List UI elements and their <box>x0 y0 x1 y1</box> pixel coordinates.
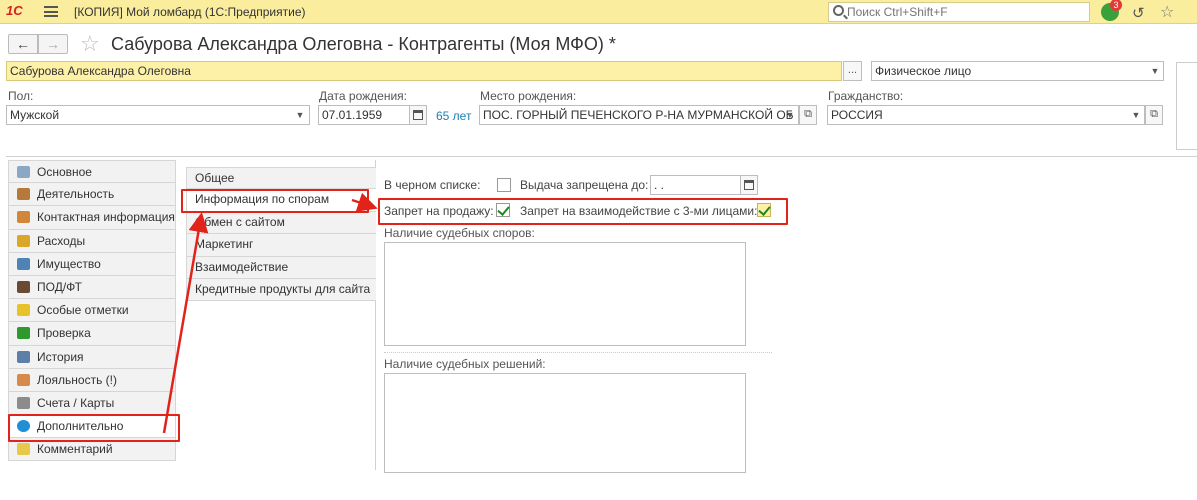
birthdate-calendar-button[interactable] <box>409 105 427 125</box>
forward-button[interactable]: → <box>38 34 68 54</box>
exclamation-icon <box>17 304 30 317</box>
citizenship-value: РОССИЯ <box>831 108 883 122</box>
citizenship-label: Гражданство: <box>828 89 904 103</box>
sub-tab-5[interactable]: Взаимодействие <box>186 256 376 279</box>
sidebar-item-label: Счета / Карты <box>37 395 115 410</box>
sub-tab-6[interactable]: Кредитные продукты для сайта <box>186 278 376 302</box>
court-decisions-label: Наличие судебных решений: <box>384 357 546 371</box>
1c-logo: 1С <box>6 3 23 18</box>
back-button[interactable]: ← <box>8 34 38 54</box>
sidebar-item-9[interactable]: История <box>8 345 176 369</box>
highlight-checkboxes <box>378 198 788 225</box>
clock-icon <box>17 350 30 363</box>
gender-value: Мужской <box>10 108 60 122</box>
sidebar-item-11[interactable]: Счета / Карты <box>8 391 176 416</box>
sidebar-item-4[interactable]: Расходы <box>8 229 176 253</box>
search-icon <box>833 5 844 16</box>
citizenship-field[interactable]: РОССИЯ <box>827 105 1145 125</box>
coins-icon <box>17 234 30 247</box>
issue-ban-calendar-button[interactable] <box>740 175 758 195</box>
chevron-down-icon[interactable]: ▼ <box>292 106 308 124</box>
name-field[interactable]: Сабурова Александра Олеговна <box>6 61 842 81</box>
birthplace-open-button[interactable]: ⧉ <box>799 105 817 125</box>
sidebar-item-label: Комментарий <box>37 442 113 457</box>
favorites-icon[interactable]: ☆ <box>1160 2 1174 22</box>
sidebar-item-label: Основное <box>37 165 92 179</box>
calendar-icon <box>744 180 754 190</box>
calendar-icon <box>413 110 423 120</box>
blacklist-label: В черном списке: <box>384 178 481 192</box>
sub-tabs: Общее Информация по спорам Обмен с сайтом М… <box>186 167 376 302</box>
global-search[interactable] <box>828 2 1090 22</box>
birthdate-field[interactable]: 07.01.1959 <box>318 105 410 125</box>
birthplace-field[interactable]: ПОС. ГОРНЫЙ ПЕЧЕНСКОГО Р-НА МУРМАНСКОЙ О… <box>479 105 799 125</box>
age-link[interactable]: 65 лет <box>436 109 471 123</box>
sidebar-item-10[interactable]: Лояльность (!) <box>8 368 176 392</box>
sidebar-item-label: Особые отметки <box>37 303 129 318</box>
divider <box>6 156 1197 157</box>
search-input[interactable] <box>847 4 1087 20</box>
chevron-down-icon[interactable]: ▼ <box>782 106 798 124</box>
issue-ban-label: Выдача запрещена до: <box>520 178 649 192</box>
contacts-icon <box>17 211 30 224</box>
issue-ban-date-field[interactable]: . . <box>650 175 742 195</box>
sidebar-item-label: Расходы <box>37 233 86 248</box>
name-select-button[interactable]: ... <box>843 61 862 81</box>
sidebar-item-5[interactable]: Имущество <box>8 252 176 276</box>
sub-tab-4[interactable]: Маркетинг <box>186 234 376 257</box>
separator <box>384 352 772 353</box>
sidebar-item-3[interactable]: Контактная информация <box>8 206 176 230</box>
sidebar-item-label: История <box>37 349 84 364</box>
photo-panel <box>1176 62 1197 150</box>
sub-tab-3[interactable]: Обмен с сайтом <box>186 211 376 235</box>
sidebar-item-label: Деятельность <box>37 187 115 202</box>
gift-icon <box>17 373 30 386</box>
person-icon <box>17 280 30 293</box>
briefcase-icon <box>17 188 30 201</box>
chevron-down-icon[interactable]: ▼ <box>1147 62 1163 80</box>
birthplace-value: ПОС. ГОРНЫЙ ПЕЧЕНСКОГО Р-НА МУРМАНСКОЙ О… <box>483 108 794 122</box>
chevron-down-icon[interactable]: ▼ <box>1128 106 1144 124</box>
gender-select[interactable]: Мужской <box>6 105 310 125</box>
notifications-badge: 3 <box>1110 0 1122 11</box>
app-bar: 1С [КОПИЯ] Мой ломбард (1С:Предприятие) … <box>0 0 1197 24</box>
sidebar-item-7[interactable]: Особые отметки <box>8 299 176 323</box>
favorite-star-icon[interactable]: ☆ <box>80 31 100 57</box>
birthplace-label: Место рождения: <box>480 89 577 103</box>
highlight-nav-item <box>8 414 180 442</box>
sidebar-item-label: Проверка <box>37 326 91 341</box>
sidebar-item-label: Имущество <box>37 256 101 271</box>
sub-tab-1[interactable]: Общее <box>186 167 376 190</box>
main-icon <box>17 166 30 178</box>
page-title: Сабурова Александра Олеговна - Контраген… <box>111 34 616 54</box>
citizenship-open-button[interactable]: ⧉ <box>1145 105 1163 125</box>
history-icon[interactable]: ↺ <box>1132 4 1145 22</box>
birthdate-label: Дата рождения: <box>319 89 407 103</box>
check-icon <box>17 327 30 340</box>
sidebar-item-label: ПОД/ФТ <box>37 279 82 294</box>
person-type-select[interactable]: Физическое лицо <box>871 61 1164 81</box>
court-disputes-textarea[interactable] <box>384 242 746 346</box>
sidebar-item-label: Лояльность (!) <box>37 372 118 387</box>
blacklist-checkbox[interactable] <box>497 178 511 192</box>
highlight-sub-tab <box>181 189 369 213</box>
sidebar-item-8[interactable]: Проверка <box>8 322 176 346</box>
sidebar-item-2[interactable]: Деятельность <box>8 183 176 207</box>
comment-icon <box>17 443 30 456</box>
person-type-value: Физическое лицо <box>875 64 972 78</box>
court-decisions-textarea[interactable] <box>384 373 746 473</box>
bank-icon <box>17 396 30 409</box>
sidebar-item-6[interactable]: ПОД/ФТ <box>8 275 176 300</box>
court-disputes-label: Наличие судебных споров: <box>384 226 535 240</box>
sidebar-item-1[interactable]: Основное <box>8 160 176 184</box>
app-title: [КОПИЯ] Мой ломбард (1С:Предприятие) <box>74 5 306 19</box>
gender-label: Пол: <box>8 89 34 103</box>
car-icon <box>17 257 30 270</box>
menu-icon[interactable] <box>44 6 58 17</box>
sidebar-item-label: Контактная информация <box>37 210 175 225</box>
